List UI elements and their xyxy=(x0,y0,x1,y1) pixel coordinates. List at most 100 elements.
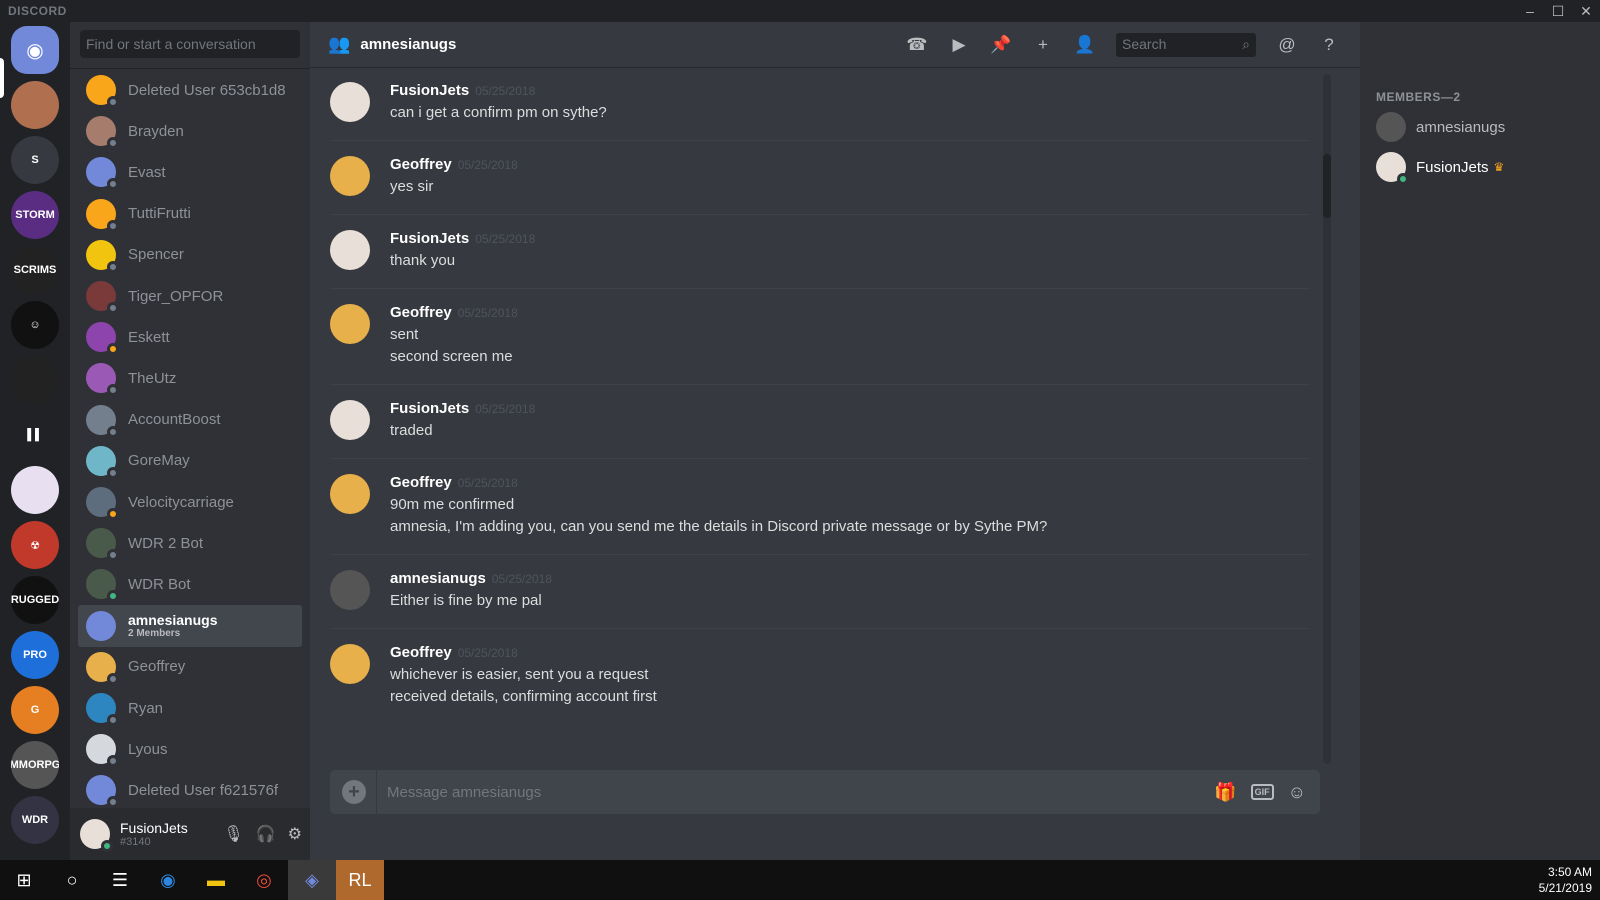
avatar xyxy=(86,445,119,479)
gift-icon[interactable]: 🎁 xyxy=(1214,782,1236,803)
scrollbar-thumb[interactable] xyxy=(1323,154,1331,218)
message-text: yes sir xyxy=(390,178,434,195)
dm-item[interactable]: Deleted User f621576f xyxy=(78,769,302,811)
message-input[interactable]: Message amnesianugs xyxy=(387,784,1214,801)
avatar[interactable] xyxy=(80,819,113,852)
author-name: amnesianugs xyxy=(390,570,486,587)
gif-button[interactable]: GIF xyxy=(1250,784,1274,800)
user-tag: #3140 xyxy=(120,836,151,848)
avatar[interactable] xyxy=(330,644,370,684)
maximize-button[interactable]: ☐ xyxy=(1544,0,1572,22)
message-author[interactable]: amnesianugs 05/25/2018 xyxy=(390,570,552,587)
cortana-icon[interactable]: ○ xyxy=(48,860,96,900)
minimize-button[interactable]: – xyxy=(1516,0,1544,22)
runelite-icon[interactable]: RL xyxy=(336,860,384,900)
call-icon[interactable]: ☎ xyxy=(906,35,928,55)
discord-taskbar-icon[interactable]: ◈ xyxy=(288,860,336,900)
upload-button[interactable]: + xyxy=(342,780,366,804)
clock[interactable]: 3:50 AM 5/21/2019 xyxy=(1539,864,1592,896)
member-list-icon[interactable]: 👤 xyxy=(1074,35,1096,55)
status-online-icon xyxy=(101,840,113,852)
dm-item[interactable]: GoreMay xyxy=(78,440,302,482)
start-icon[interactable]: ⊞ xyxy=(0,860,48,900)
avatar[interactable] xyxy=(330,474,370,514)
chrome-icon[interactable]: ◎ xyxy=(240,860,288,900)
message-author[interactable]: Geoffrey 05/25/2018 xyxy=(390,156,518,173)
guild-server-pink[interactable] xyxy=(11,466,59,514)
dm-item[interactable]: Ryan xyxy=(78,687,302,729)
dm-name: Evast xyxy=(128,163,166,181)
dm-item[interactable]: TheUtz xyxy=(78,357,302,399)
member-item[interactable]: FusionJets ♛ xyxy=(1376,152,1504,185)
dm-item[interactable]: TuttiFrutti xyxy=(78,193,302,235)
dm-item[interactable]: AccountBoost xyxy=(78,399,302,441)
dm-item[interactable]: Brayden xyxy=(78,110,302,152)
dm-item[interactable]: Evast xyxy=(78,151,302,193)
avatar[interactable] xyxy=(330,304,370,344)
close-button[interactable]: ✕ xyxy=(1572,0,1600,22)
avatar[interactable] xyxy=(330,156,370,196)
dm-name: Velocitycarriage xyxy=(128,493,234,511)
guild-server-dark[interactable] xyxy=(11,356,59,404)
dm-item[interactable]: amnesianugs 2 Members xyxy=(78,604,302,647)
guild-server-orange[interactable]: G xyxy=(11,686,59,734)
dm-item[interactable]: Geoffrey xyxy=(78,646,302,688)
guild-server-red[interactable]: ☢ xyxy=(11,521,59,569)
guild-server-smiley[interactable]: ☺ xyxy=(11,301,59,349)
mention-icon[interactable]: @ xyxy=(1276,35,1298,55)
dm-item[interactable]: Deleted User 653cb1d8 xyxy=(78,69,302,111)
guild-server-s[interactable]: S xyxy=(11,136,59,184)
avatar[interactable] xyxy=(330,570,370,610)
guild-server-bars[interactable]: ▌▌ xyxy=(11,411,59,459)
guild-server-wdr[interactable]: WDR xyxy=(11,796,59,844)
dm-item[interactable]: Lyous xyxy=(78,728,302,770)
dm-name: WDR 2 Bot xyxy=(128,534,204,552)
guild-server-storm[interactable]: STORM xyxy=(11,191,59,239)
avatar xyxy=(86,775,119,809)
guild-server-default-scrims[interactable]: SCRIMS xyxy=(11,246,59,294)
avatar xyxy=(86,239,119,273)
headphones-icon[interactable]: 🎧 xyxy=(256,824,276,844)
guild-home[interactable]: ◉ xyxy=(11,26,59,74)
guild-server-avatar-face[interactable] xyxy=(11,81,59,129)
member-item[interactable]: amnesianugs xyxy=(1376,112,1505,142)
avatar[interactable] xyxy=(330,230,370,270)
message-author[interactable]: Geoffrey 05/25/2018 xyxy=(390,644,518,661)
author-name: Geoffrey xyxy=(390,156,452,173)
dm-search-input[interactable]: Find or start a conversation xyxy=(80,30,300,58)
emoji-icon[interactable]: ☺ xyxy=(1288,782,1306,803)
avatar[interactable] xyxy=(330,82,370,122)
pin-icon[interactable]: 📌 xyxy=(990,35,1012,55)
message-author[interactable]: FusionJets 05/25/2018 xyxy=(390,230,535,247)
add-friend-icon[interactable]: + xyxy=(1032,35,1054,55)
dm-name: AccountBoost xyxy=(128,411,221,429)
task-view-icon[interactable]: ☰ xyxy=(96,860,144,900)
dm-item[interactable]: Eskett xyxy=(78,316,302,358)
dm-item[interactable]: Tiger_OPFOR xyxy=(78,275,302,317)
avatar xyxy=(1376,152,1409,185)
search-input[interactable]: Search ⌕ xyxy=(1116,33,1256,57)
clock-date: 5/21/2019 xyxy=(1538,881,1592,895)
guild-server-pro-scrims[interactable]: PRO xyxy=(11,631,59,679)
message-author[interactable]: FusionJets 05/25/2018 xyxy=(390,82,535,99)
message-timestamp: 05/25/2018 xyxy=(457,646,518,660)
message-author[interactable]: Geoffrey 05/25/2018 xyxy=(390,474,518,491)
help-icon[interactable]: ? xyxy=(1318,35,1340,55)
gear-icon[interactable]: ⚙ xyxy=(288,824,302,844)
guild-server-mmorpg[interactable]: MMORPG xyxy=(11,741,59,789)
file-explorer-icon[interactable]: ▬ xyxy=(192,860,240,900)
video-icon[interactable]: ▶ xyxy=(948,35,970,55)
dm-item[interactable]: WDR Bot xyxy=(78,563,302,605)
guild-server-rugged[interactable]: RUGGED xyxy=(11,576,59,624)
message-text: can i get a confirm pm on sythe? xyxy=(390,104,607,121)
microphone-icon[interactable]: 🎙 xyxy=(223,824,243,844)
dm-item[interactable]: Spencer xyxy=(78,234,302,276)
dm-item[interactable]: WDR 2 Bot xyxy=(78,522,302,564)
message-author[interactable]: Geoffrey 05/25/2018 xyxy=(390,304,518,321)
message-text: received details, confirming account fir… xyxy=(390,688,657,705)
message-author[interactable]: FusionJets 05/25/2018 xyxy=(390,400,535,417)
avatar[interactable] xyxy=(330,400,370,440)
dm-item[interactable]: Velocitycarriage xyxy=(78,481,302,523)
app-icon[interactable]: ◉ xyxy=(144,860,192,900)
status-offline-icon xyxy=(107,137,119,150)
